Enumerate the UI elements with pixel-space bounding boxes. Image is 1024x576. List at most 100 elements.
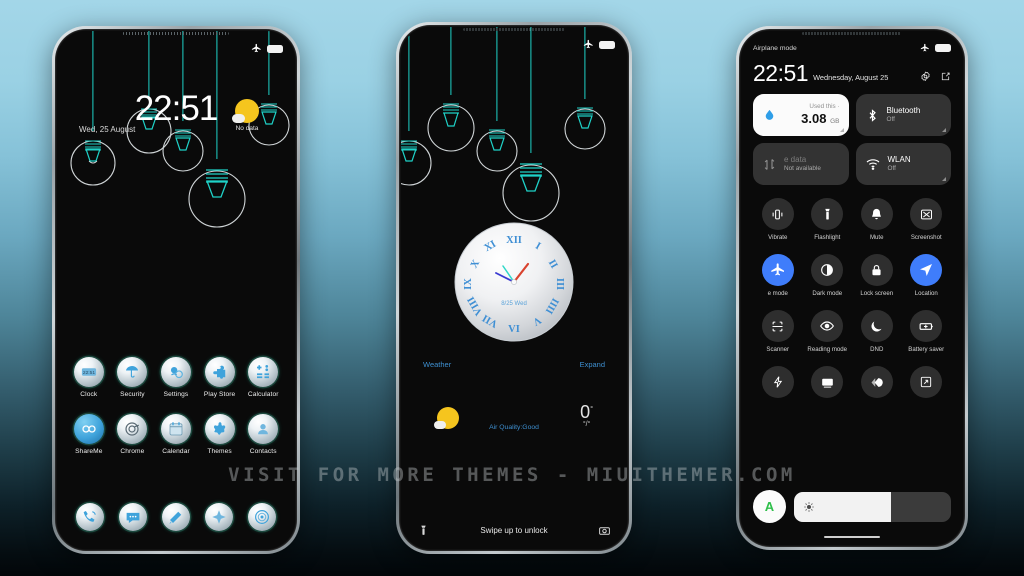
usage-label: Used this · xyxy=(809,103,840,111)
lock-icon xyxy=(860,254,893,286)
camera-icon[interactable] xyxy=(598,524,611,537)
toggle-vibrate[interactable]: Vibrate xyxy=(753,198,803,241)
app-settings[interactable]: Settings xyxy=(154,357,198,398)
toggle-label: Mute xyxy=(869,234,884,241)
dock-messages[interactable] xyxy=(112,503,155,531)
tile-mobile-data[interactable]: e data Not available xyxy=(753,143,849,185)
lockscreen-links: Weather Expand xyxy=(401,360,627,369)
app-themes[interactable]: Themes xyxy=(198,414,242,455)
toggle-reading-mode[interactable]: Reading mode xyxy=(803,310,853,353)
app-play-store[interactable]: Play Store xyxy=(198,357,242,398)
watermark: VISIT FOR MORE THEMES - MIUITHEMER.COM xyxy=(228,464,796,486)
toggle-dnd[interactable]: DND xyxy=(852,310,902,353)
app-shareme[interactable]: ShareMe xyxy=(67,414,111,455)
svg-text:XII: XII xyxy=(506,235,522,246)
toggle-label: Dark mode xyxy=(812,290,843,297)
toggle-scanner[interactable]: Scanner xyxy=(753,310,803,353)
battery-icon xyxy=(267,44,283,53)
tile-title: e data xyxy=(784,155,807,165)
data-usage-icon xyxy=(765,109,774,120)
calculator-icon xyxy=(248,357,279,387)
toggle-ultra[interactable] xyxy=(852,366,902,398)
battery-icon xyxy=(599,40,615,49)
expand-link[interactable]: Expand xyxy=(580,360,605,369)
toggle-mute[interactable]: Mute xyxy=(852,198,902,241)
dock-video[interactable] xyxy=(155,503,198,531)
toggle-screenshot[interactable]: Screenshot xyxy=(902,198,952,241)
app-clock[interactable]: 22:51 Clock xyxy=(67,357,111,398)
video-icon xyxy=(161,503,190,531)
app-calendar[interactable]: Calendar xyxy=(154,414,198,455)
toggles-row-4 xyxy=(753,366,951,398)
cc-header: 22:51 Wednesday, August 25 xyxy=(753,60,951,86)
earpiece-grille xyxy=(802,32,902,35)
toggle-expand[interactable] xyxy=(902,366,952,398)
toggle-battery-saver[interactable]: Battery saver xyxy=(902,310,952,353)
app-calculator[interactable]: Calculator xyxy=(241,357,285,398)
sun-cloud-icon xyxy=(232,99,259,123)
flashlight-icon[interactable] xyxy=(417,524,430,537)
toggle-location[interactable]: Location xyxy=(902,254,952,297)
toggle-dark-mode[interactable]: Dark mode xyxy=(803,254,853,297)
edit-icon[interactable] xyxy=(940,71,951,82)
gear-icon xyxy=(160,357,191,387)
lightning-icon xyxy=(761,366,794,398)
tile-expand-corner[interactable] xyxy=(942,128,946,132)
svg-text:VI: VI xyxy=(508,324,520,335)
flashlight-icon xyxy=(811,198,844,230)
dock-gallery[interactable] xyxy=(197,503,240,531)
lockscreen-bottom-bar: Swipe up to unlock xyxy=(401,524,627,537)
brightness-row: A xyxy=(753,490,951,523)
tile-expand-corner[interactable] xyxy=(839,128,844,132)
chrome-icon xyxy=(117,414,148,444)
browser-icon xyxy=(247,503,276,531)
bell-icon xyxy=(860,198,893,230)
bulb-icon xyxy=(188,169,246,228)
tile-title: WLAN xyxy=(887,155,911,165)
lockscreen-date: Wed, 25 August xyxy=(79,125,136,134)
unlock-hint: Swipe up to unlock xyxy=(480,526,548,535)
app-label: Settings xyxy=(163,391,189,398)
brightness-slider[interactable] xyxy=(794,491,951,522)
app-contacts[interactable]: Contacts xyxy=(241,414,285,455)
bulb-icon xyxy=(502,163,560,222)
lockscreen-weather[interactable]: No data xyxy=(221,99,273,132)
toggle-label: Location xyxy=(914,290,938,297)
tile-title: Bluetooth xyxy=(886,106,921,116)
toggle-label: Lock screen xyxy=(860,290,894,297)
toggle-label: e mode xyxy=(767,290,788,297)
app-chrome[interactable]: Chrome xyxy=(111,414,155,455)
toggle-flashlight[interactable]: Flashlight xyxy=(803,198,853,241)
analog-clock-widget[interactable]: XII I II III IIII V VI VII VIII IX X XI … xyxy=(453,221,575,343)
contacts-icon xyxy=(248,414,279,444)
battery-saver-icon xyxy=(910,310,943,342)
weather-panel[interactable]: Air Quality:Good 0° °/° xyxy=(401,393,627,449)
toggles-row-2: e mode Dark mode Lock screen Location xyxy=(753,254,951,297)
toggle-lightning[interactable] xyxy=(753,366,803,398)
app-security[interactable]: Security xyxy=(111,357,155,398)
toggle-cast[interactable] xyxy=(803,366,853,398)
dock-browser[interactable] xyxy=(240,503,283,531)
tile-wlan[interactable]: WLAN Off xyxy=(855,143,951,185)
toggle-label: Flashlight xyxy=(814,234,841,241)
toggle-label: Reading mode xyxy=(807,346,848,353)
tile-expand-corner[interactable] xyxy=(942,177,946,181)
svg-text:22:51: 22:51 xyxy=(83,370,95,376)
weather-link[interactable]: Weather xyxy=(423,360,451,369)
tile-bluetooth[interactable]: Bluetooth Off xyxy=(855,94,951,136)
usage-unit: GB xyxy=(830,117,840,125)
cc-time: 22:51 xyxy=(753,60,809,86)
app-label: Play Store xyxy=(203,391,236,398)
svg-text:IX: IX xyxy=(463,278,474,290)
toggle-lock-screen[interactable]: Lock screen xyxy=(852,254,902,297)
toggle-airplane-mode[interactable]: e mode xyxy=(753,254,803,297)
auto-brightness-button[interactable]: A xyxy=(753,490,786,523)
degree-symbol: ° xyxy=(590,406,593,413)
tile-data-usage[interactable]: Used this · 3.08 GB xyxy=(753,94,849,136)
dock-phone[interactable] xyxy=(69,503,112,531)
bulb-icon xyxy=(70,140,116,186)
gear-icon[interactable] xyxy=(920,71,931,82)
messages-icon xyxy=(119,503,148,531)
air-quality-label: Air Quality:Good xyxy=(489,424,539,431)
gallery-icon xyxy=(204,503,233,531)
